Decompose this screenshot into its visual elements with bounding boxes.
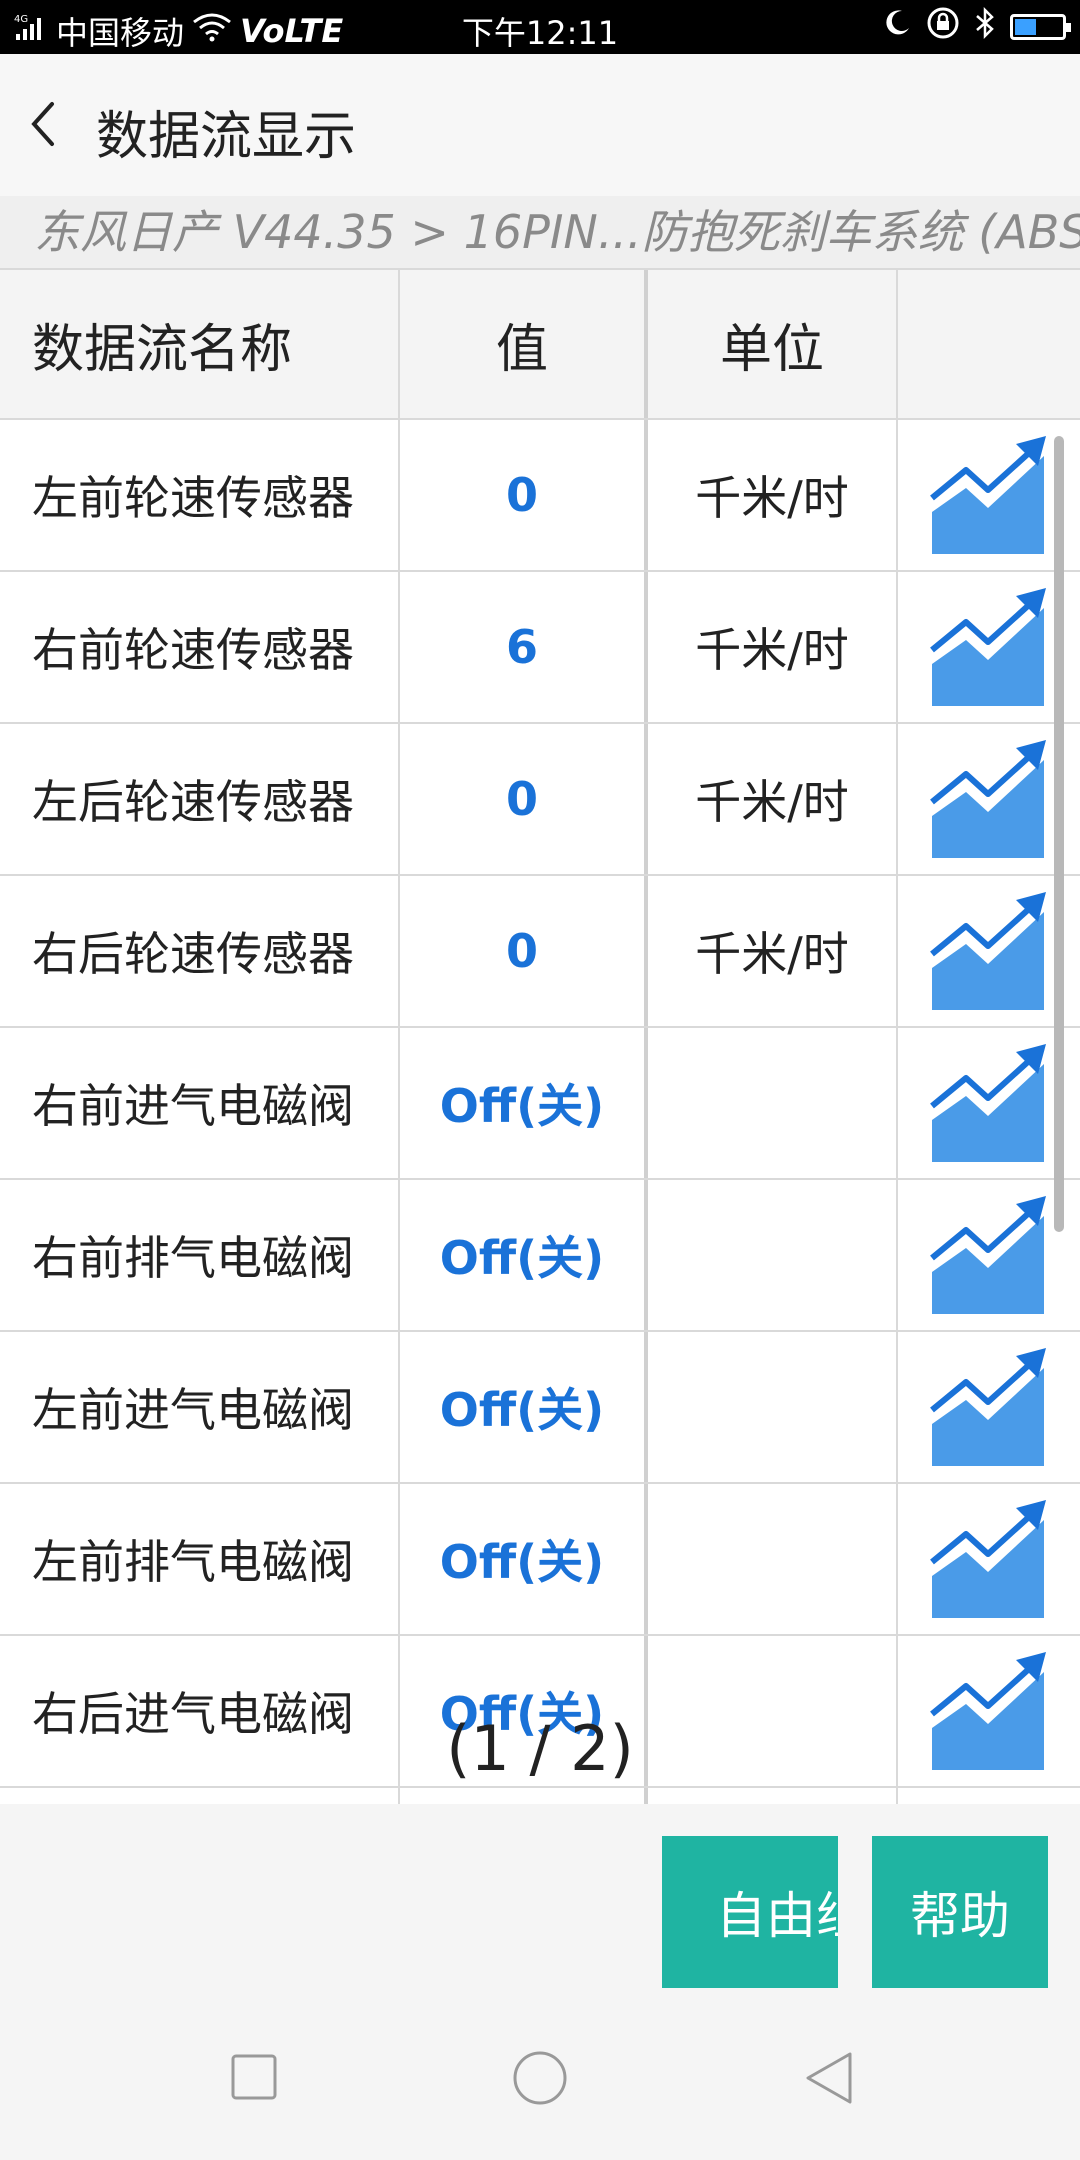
stream-value: Off(关) — [400, 1180, 648, 1330]
stream-name: 右后轮速传感器 — [0, 876, 400, 1026]
breadcrumb: 东风日产 V44.35 > 16PIN...防抱死刹车系统 (ABS) — [0, 196, 1080, 268]
stream-value: 0 — [400, 876, 648, 1026]
column-header-unit: 单位 — [648, 270, 898, 418]
stream-unit: 千米/时 — [648, 876, 898, 1026]
line-chart-icon[interactable] — [898, 420, 1080, 570]
table-row-partial[interactable] — [0, 1788, 1080, 1804]
stream-name: 左前排气电磁阀 — [0, 1484, 400, 1634]
stream-name: 右前进气电磁阀 — [0, 1028, 400, 1178]
table-row[interactable]: 右前进气电磁阀 Off(关) — [0, 1028, 1080, 1180]
column-header-value: 值 — [400, 270, 648, 418]
stream-value: 0 — [400, 724, 648, 874]
stream-name: 左前进气电磁阀 — [0, 1332, 400, 1482]
stream-unit — [648, 1180, 898, 1330]
page-title: 数据流显示 — [96, 107, 357, 167]
line-chart-icon[interactable] — [898, 1180, 1080, 1330]
table-header: 数据流名称 值 单位 — [0, 268, 1080, 420]
stream-name: 左前轮速传感器 — [0, 420, 400, 570]
action-bar: 自由组合 帮助 — [0, 1804, 1080, 2000]
stream-unit — [648, 1332, 898, 1482]
stream-value: Off(关) — [400, 1028, 648, 1178]
back-arrow-icon[interactable] — [18, 94, 78, 154]
moon-icon — [882, 8, 912, 46]
recent-apps-icon[interactable] — [225, 2048, 285, 2108]
stream-value: 0 — [400, 420, 648, 570]
battery-icon — [1010, 14, 1071, 40]
page-indicator: (1 / 2) — [446, 1712, 634, 1785]
column-header-graph — [898, 270, 1080, 418]
table-row[interactable]: 右后轮速传感器 0 千米/时 — [0, 876, 1080, 1028]
table-row[interactable]: 左前排气电磁阀 Off(关) — [0, 1484, 1080, 1636]
table-row[interactable]: 右前排气电磁阀 Off(关) — [0, 1180, 1080, 1332]
navigation-bar — [0, 2000, 1080, 2160]
stream-name: 右前轮速传感器 — [0, 572, 400, 722]
stream-unit: 千米/时 — [648, 724, 898, 874]
free-combination-button[interactable]: 自由组合 — [662, 1836, 838, 1988]
home-icon[interactable] — [510, 2048, 570, 2108]
status-bar: 4G 中国移动 VoLTE 下午12:11 — [0, 0, 1080, 54]
stream-value: Off(关) — [400, 1484, 648, 1634]
line-chart-icon[interactable] — [898, 1788, 1080, 1804]
stream-name: 右前排气电磁阀 — [0, 1180, 400, 1330]
stream-unit — [648, 1484, 898, 1634]
line-chart-icon[interactable] — [898, 876, 1080, 1026]
stream-value — [400, 1788, 648, 1804]
line-chart-icon[interactable] — [898, 1028, 1080, 1178]
bluetooth-icon — [974, 6, 996, 47]
stream-unit: 千米/时 — [648, 420, 898, 570]
line-chart-icon[interactable] — [898, 724, 1080, 874]
scrollbar[interactable] — [1054, 436, 1064, 1232]
stream-value: 6 — [400, 572, 648, 722]
table-row[interactable]: 左后轮速传感器 0 千米/时 — [0, 724, 1080, 876]
table-row[interactable]: 左前进气电磁阀 Off(关) — [0, 1332, 1080, 1484]
help-button[interactable]: 帮助 — [872, 1836, 1048, 1988]
app-header: 数据流显示 — [0, 54, 1080, 198]
stream-name: 左后轮速传感器 — [0, 724, 400, 874]
rotation-lock-icon — [926, 6, 960, 48]
table-row[interactable]: 左前轮速传感器 0 千米/时 — [0, 420, 1080, 572]
table-row[interactable]: 右前轮速传感器 6 千米/时 — [0, 572, 1080, 724]
stream-value: Off(关) — [400, 1332, 648, 1482]
stream-unit: 千米/时 — [648, 572, 898, 722]
back-nav-icon[interactable] — [800, 2048, 860, 2108]
stream-unit — [648, 1028, 898, 1178]
line-chart-icon[interactable] — [898, 1484, 1080, 1634]
stream-unit — [648, 1788, 898, 1804]
line-chart-icon[interactable] — [898, 1332, 1080, 1482]
stream-name — [0, 1788, 400, 1804]
data-stream-table[interactable]: 数据流名称 值 单位 左前轮速传感器 0 千米/时 右前轮速传感器 6 千米/时… — [0, 268, 1080, 1804]
column-header-name: 数据流名称 — [0, 270, 400, 418]
line-chart-icon[interactable] — [898, 572, 1080, 722]
